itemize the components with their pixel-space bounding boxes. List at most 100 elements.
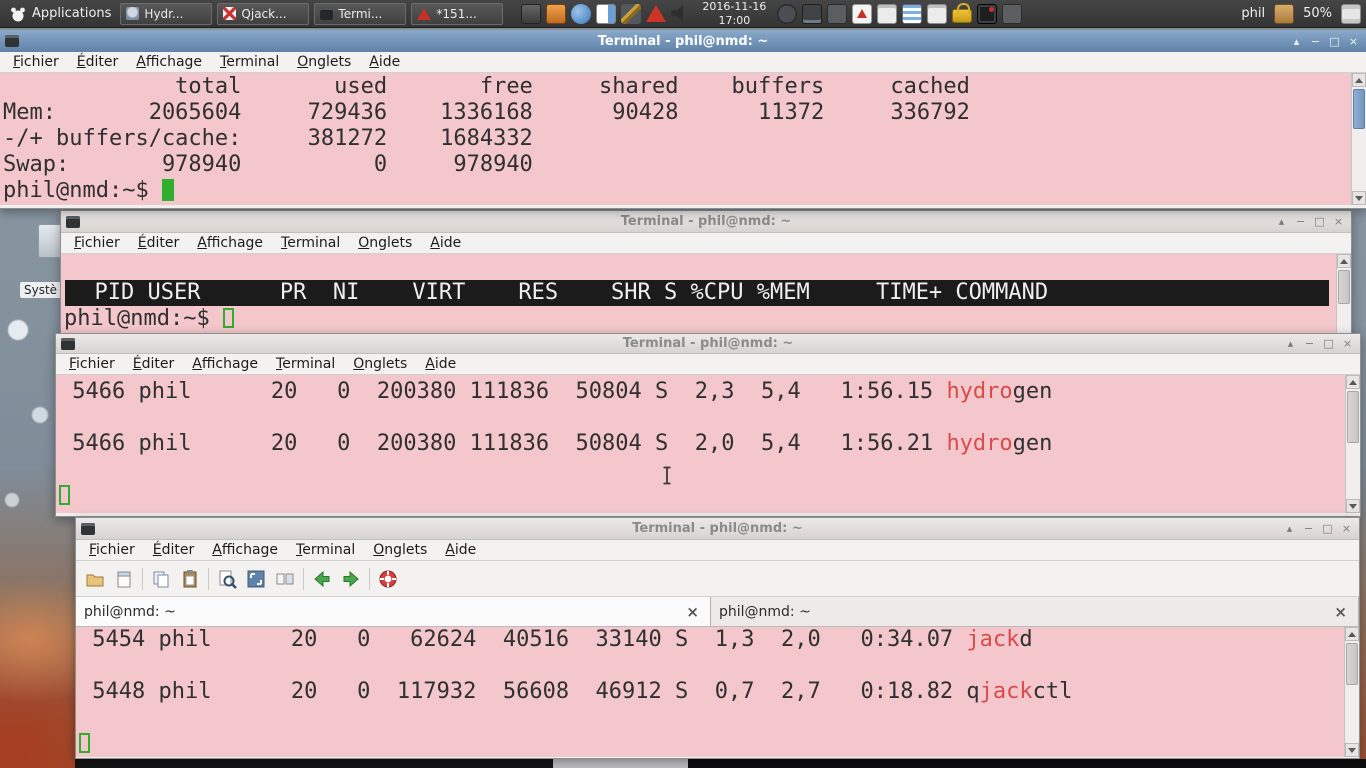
applications-menu-button[interactable]: Applications bbox=[5, 3, 115, 25]
scroll-down-arrow-icon[interactable] bbox=[1346, 499, 1360, 513]
menu-affichage[interactable]: Affichage bbox=[188, 233, 272, 253]
menu-terminal[interactable]: Terminal bbox=[287, 540, 364, 560]
globe-tray-icon[interactable] bbox=[571, 4, 591, 24]
menu-aide[interactable]: Aide bbox=[360, 52, 409, 72]
editor-tray-icon[interactable] bbox=[596, 4, 616, 24]
tray-misc-icon[interactable] bbox=[1002, 4, 1022, 24]
alert-card-icon[interactable] bbox=[852, 4, 872, 24]
titlebar[interactable]: Terminal - phil@nmd: ~ ▴ − □ × bbox=[76, 518, 1359, 540]
split-view-icon[interactable] bbox=[274, 568, 296, 590]
scroll-up-arrow-icon[interactable] bbox=[1337, 254, 1351, 268]
next-tab-icon[interactable] bbox=[340, 568, 362, 590]
menu-aide[interactable]: Aide bbox=[436, 540, 485, 560]
menu-fichier[interactable]: Fichier bbox=[65, 233, 129, 253]
window-stack-icon[interactable] bbox=[877, 4, 897, 24]
scrollbar[interactable] bbox=[1351, 73, 1366, 205]
menu-onglets[interactable]: Onglets bbox=[288, 52, 360, 72]
copy-icon[interactable] bbox=[150, 568, 172, 590]
taskbar-button-qjackctl[interactable]: Qjack... bbox=[217, 3, 309, 25]
new-tab-icon[interactable] bbox=[113, 568, 135, 590]
maximize-button[interactable]: □ bbox=[1326, 33, 1343, 49]
terminal-content[interactable]: 5454 phil 20 0 62624 40516 33140 S 1,3 2… bbox=[76, 627, 1359, 757]
package-icon[interactable] bbox=[1274, 4, 1294, 24]
scrollbar[interactable] bbox=[1345, 375, 1360, 513]
scrollbar[interactable] bbox=[1344, 627, 1359, 757]
menu-fichier[interactable]: Fichier bbox=[80, 540, 144, 560]
tab-close-icon[interactable]: × bbox=[683, 603, 702, 621]
menu-aide[interactable]: Aide bbox=[416, 354, 465, 374]
scrollbar[interactable] bbox=[1336, 254, 1351, 333]
scroll-down-arrow-icon[interactable] bbox=[1352, 191, 1366, 205]
menu-affichage[interactable]: Affichage bbox=[183, 354, 267, 374]
panel-list-icon[interactable] bbox=[1341, 4, 1361, 24]
shade-button[interactable]: ▴ bbox=[1282, 336, 1299, 352]
battery-percentage[interactable]: 50% bbox=[1299, 6, 1336, 21]
titlebar[interactable]: Terminal - phil@nmd: ~ ▴ − □ × bbox=[56, 334, 1360, 354]
menu-aide[interactable]: Aide bbox=[421, 233, 470, 253]
scrollbar-thumb[interactable] bbox=[1347, 391, 1359, 443]
paste-icon[interactable] bbox=[179, 568, 201, 590]
terminal-content[interactable]: total used free shared buffers cached Me… bbox=[0, 73, 1366, 205]
tab-close-icon[interactable]: × bbox=[1331, 603, 1350, 621]
shade-button[interactable]: ▴ bbox=[1281, 521, 1298, 537]
tab-1[interactable]: phil@nmd: ~ × bbox=[76, 597, 711, 626]
minimize-button[interactable]: − bbox=[1292, 214, 1309, 230]
minimize-button[interactable]: − bbox=[1300, 521, 1317, 537]
minimize-button[interactable]: − bbox=[1301, 336, 1318, 352]
close-button[interactable]: × bbox=[1339, 336, 1356, 352]
taskbar-button-hydrogen[interactable]: Hydr... bbox=[120, 3, 212, 25]
minimize-button[interactable]: − bbox=[1307, 33, 1324, 49]
help-lifebuoy-icon[interactable] bbox=[377, 568, 399, 590]
keyboard-layout-icon[interactable] bbox=[977, 4, 997, 24]
scrollbar-thumb[interactable] bbox=[1346, 643, 1358, 685]
fullscreen-icon[interactable] bbox=[245, 568, 267, 590]
scroll-up-arrow-icon[interactable] bbox=[1345, 627, 1359, 641]
titlebar[interactable]: Terminal - phil@nmd: ~ ▴ − □ × bbox=[0, 30, 1366, 52]
menu-affichage[interactable]: Affichage bbox=[127, 52, 211, 72]
menu-editer[interactable]: Éditer bbox=[68, 52, 128, 72]
warning-triangle-icon[interactable] bbox=[646, 5, 666, 22]
menu-editer[interactable]: Éditer bbox=[144, 540, 204, 560]
taskbar-button-terminal[interactable]: Termi... bbox=[314, 3, 406, 25]
tray-app-icon[interactable] bbox=[827, 4, 847, 24]
previous-tab-icon[interactable] bbox=[311, 568, 333, 590]
shade-button[interactable]: ▴ bbox=[1288, 33, 1305, 49]
pencil-tray-icon[interactable] bbox=[621, 4, 641, 24]
menu-fichier[interactable]: Fichier bbox=[60, 354, 124, 374]
menu-onglets[interactable]: Onglets bbox=[364, 540, 436, 560]
menu-fichier[interactable]: Fichier bbox=[4, 52, 68, 72]
scrollbar-thumb[interactable] bbox=[1353, 89, 1365, 129]
user-applet-label[interactable]: phil bbox=[1237, 6, 1269, 21]
menu-editer[interactable]: Éditer bbox=[129, 233, 189, 253]
close-button[interactable]: × bbox=[1338, 521, 1355, 537]
terminal-content[interactable]: 5466 phil 20 0 200380 111836 50804 S 2,3… bbox=[56, 375, 1360, 513]
audio-app-tray-icon[interactable] bbox=[546, 4, 566, 24]
tab-2[interactable]: phil@nmd: ~ × bbox=[711, 597, 1359, 626]
volume-icon[interactable] bbox=[671, 4, 691, 24]
shade-button[interactable]: ▴ bbox=[1273, 214, 1290, 230]
menu-terminal[interactable]: Terminal bbox=[272, 233, 349, 253]
titlebar[interactable]: Terminal - phil@nmd: ~ ▴ − □ × bbox=[61, 211, 1351, 233]
screenshot-tray-icon[interactable] bbox=[521, 4, 541, 24]
menu-terminal[interactable]: Terminal bbox=[211, 52, 288, 72]
maximize-button[interactable]: □ bbox=[1320, 336, 1337, 352]
panel-clock[interactable]: 2016-11-16 17:00 bbox=[696, 0, 772, 26]
open-folder-icon[interactable] bbox=[84, 568, 106, 590]
menu-affichage[interactable]: Affichage bbox=[203, 540, 287, 560]
maximize-button[interactable]: □ bbox=[1319, 521, 1336, 537]
scrollbar-thumb[interactable] bbox=[1338, 270, 1350, 304]
striped-window-icon[interactable] bbox=[902, 4, 922, 24]
scroll-up-arrow-icon[interactable] bbox=[1352, 73, 1366, 87]
terminal-content[interactable]: PID USER PR NI VIRT RES SHR S %CPU %MEM … bbox=[61, 254, 1351, 333]
menu-onglets[interactable]: Onglets bbox=[349, 233, 421, 253]
lock-icon[interactable] bbox=[952, 9, 972, 23]
menu-editer[interactable]: Éditer bbox=[124, 354, 184, 374]
window-stack-icon-2[interactable] bbox=[927, 4, 947, 24]
close-button[interactable]: × bbox=[1330, 214, 1347, 230]
maximize-button[interactable]: □ bbox=[1311, 214, 1328, 230]
taskbar-button-editor[interactable]: *151... bbox=[411, 3, 503, 25]
menu-terminal[interactable]: Terminal bbox=[267, 354, 344, 374]
search-icon[interactable] bbox=[216, 568, 238, 590]
media-status-icon[interactable] bbox=[777, 4, 797, 24]
scroll-up-arrow-icon[interactable] bbox=[1346, 375, 1360, 389]
